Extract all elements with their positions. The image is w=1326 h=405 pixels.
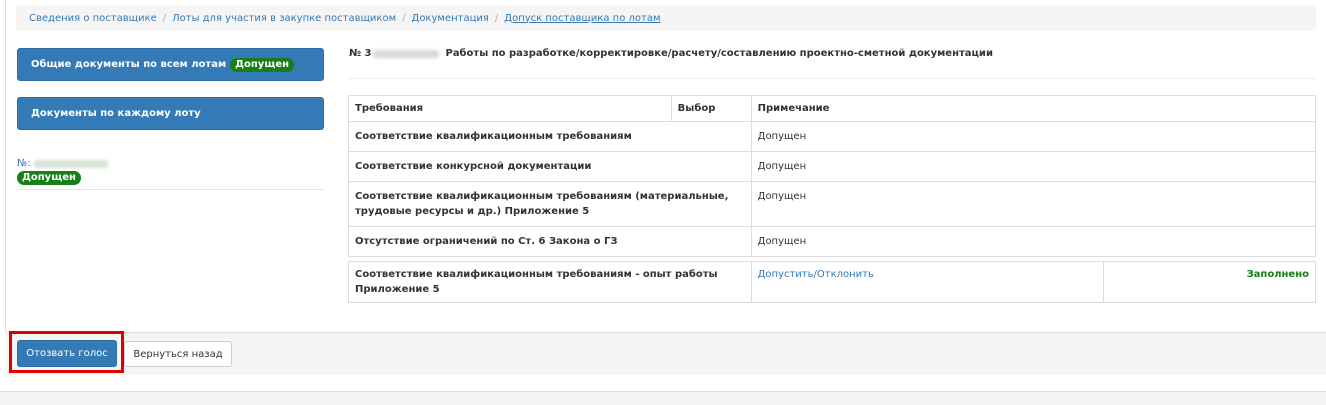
requirement-cell: Отсутствие ограничений по Ст. 6 Закона о… [348,226,752,257]
breadcrumb-separator: / [402,12,406,24]
header-choice: Выбор [670,95,752,122]
lot-title-number: № 3 [349,48,372,59]
breadcrumb-item-lots[interactable]: Лоты для участия в закупке поставщиком [172,13,396,24]
table-row: Отсутствие ограничений по Ст. 6 Закона о… [348,226,1317,257]
requirement-cell: Соответствие квалификационным требования… [348,121,752,152]
admit-reject-link[interactable]: Допустить/Отклонить [758,269,874,280]
requirement-cell: Соответствие конкурсной документации [348,151,752,182]
redacted-lot-code [373,49,440,58]
breadcrumb-separator: / [162,12,167,24]
note-cell: Допущен [750,121,1317,152]
lot-title-text: Работы по разработке/корректировке/расче… [445,48,993,59]
lot-list-number: №: [17,157,324,171]
left-border [5,0,6,332]
common-docs-status-badge: Допущен [230,57,295,72]
breadcrumb-item-supplier-info[interactable]: Сведения о поставщике [29,13,157,24]
breadcrumb-separator: / [494,12,499,24]
go-back-button[interactable]: Вернуться назад [124,341,232,367]
table-row: Соответствие квалификационным требования… [348,181,1317,227]
lot-list-item[interactable]: №: Допущен [17,157,324,190]
note-cell: Допущен [750,151,1317,182]
lot-list-number-prefix: №: [17,158,31,169]
requirements-table: Требования Выбор Примечание Соответствие… [348,95,1317,257]
breadcrumb-item-lot-admission[interactable]: Допуск поставщика по лотам [504,13,660,24]
experience-table: Соответствие квалификационным требования… [348,261,1316,303]
experience-requirement-cell: Соответствие квалификационным требования… [348,261,752,303]
note-cell: Допущен [750,181,1317,227]
revoke-vote-button[interactable]: Отозвать голос [17,340,117,367]
common-docs-button[interactable]: Общие документы по всем лотам Допущен [17,48,324,81]
note-cell: Допущен [750,226,1317,257]
common-docs-label: Общие документы по всем лотам [31,59,227,70]
breadcrumb: Сведения о поставщике / Лоты для участия… [16,5,1316,31]
header-requirements: Требования [348,95,672,122]
lot-status-badge: Допущен [17,171,81,185]
table-row: Соответствие квалификационным требования… [348,121,1317,152]
table-row: Соответствие конкурсной документации Доп… [348,151,1317,182]
breadcrumb-item-documentation[interactable]: Документация [412,13,489,24]
per-lot-docs-button[interactable]: Документы по каждому лоту [17,97,324,130]
experience-status-cell: Заполнено [1103,261,1316,303]
requirement-cell: Соответствие квалификационным требования… [348,181,752,227]
table-row: Соответствие квалификационным требования… [348,261,1316,303]
redacted-lot-number [33,160,108,168]
header-note: Примечание [750,95,1317,122]
per-lot-docs-label: Документы по каждому лоту [31,108,201,119]
lot-title: № 3 Работы по разработке/корректировке/р… [349,48,993,59]
title-divider [349,78,1315,79]
requirements-header-row: Требования Выбор Примечание [348,95,1317,122]
page: Сведения о поставщике / Лоты для участия… [0,0,1326,392]
